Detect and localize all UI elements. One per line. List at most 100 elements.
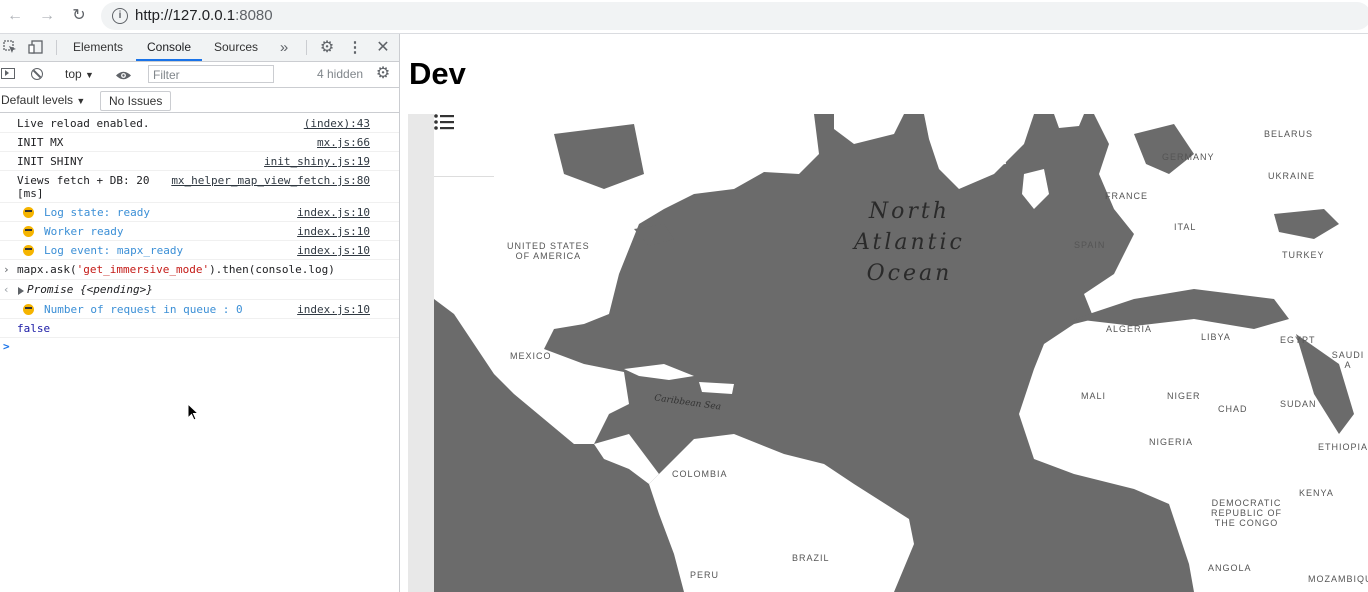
console-result-row: ‹ Promise {<pending>}: [0, 279, 399, 300]
country-label-colombia: COLOMBIA: [672, 469, 728, 479]
country-label-drc: DEMOCRATIC REPUBLIC OF THE CONGO: [1211, 498, 1283, 528]
devtools-tabbar: Elements Console Sources » ⚙ ⋮ ✕: [0, 34, 399, 62]
more-tabs-icon[interactable]: »: [276, 34, 292, 61]
console-settings-gear-icon[interactable]: ⚙: [374, 60, 392, 87]
close-icon[interactable]: ✕: [374, 34, 392, 61]
tab-divider-2: [306, 40, 307, 55]
console-source-link[interactable]: mx.js:66: [317, 136, 370, 149]
country-label-peru: PERU: [690, 570, 720, 580]
clear-console-icon[interactable]: [31, 68, 43, 80]
console-message: Worker ready: [44, 225, 124, 238]
map-menu-button[interactable]: [434, 114, 494, 177]
country-label-kenya: KENYA: [1299, 488, 1334, 498]
country-label-turkey: TURKEY: [1282, 250, 1325, 260]
device-toolbar-icon[interactable]: [27, 34, 45, 63]
url-text: http://127.0.0.1:8080: [135, 7, 273, 24]
page-title: Dev: [409, 56, 466, 91]
console-row: Log state: ready index.js:10: [0, 202, 399, 222]
console-message: Log event: mapx_ready: [44, 244, 184, 257]
ocean-label-text: North Atlantic Ocean: [854, 199, 965, 286]
country-label-libya: LIBYA: [1201, 332, 1231, 342]
sunglasses-emoji-icon: [23, 226, 34, 237]
sunglasses-emoji-icon: [23, 207, 34, 218]
console-source-link[interactable]: init_shiny.js:19: [264, 155, 370, 168]
country-label-germany: GERMANY: [1162, 152, 1215, 162]
console-source-link[interactable]: index.js:10: [297, 225, 370, 238]
log-levels-select[interactable]: Default levels ▼: [1, 93, 85, 107]
dropdown-arrow-icon: ▼: [76, 96, 86, 106]
console-row: INIT SHINY init_shiny.js:19: [0, 151, 399, 171]
tab-sources[interactable]: Sources: [214, 34, 258, 61]
country-label-egypt: EGYPT: [1280, 335, 1316, 345]
back-icon[interactable]: ←: [5, 6, 25, 26]
list-menu-icon: [434, 114, 454, 130]
hidden-count: 4 hidden: [317, 67, 364, 81]
console-row: false: [0, 318, 399, 338]
console-source-link[interactable]: (index):43: [304, 117, 370, 130]
console-row: Worker ready index.js:10: [0, 221, 399, 241]
kebab-menu-icon[interactable]: ⋮: [347, 34, 363, 61]
country-label-ethiopia: ETHIOPIA: [1318, 442, 1368, 452]
country-label-usa: UNITED STATES OF AMERICA: [507, 241, 590, 261]
console-message: Live reload enabled.: [17, 117, 150, 130]
context-value: top: [65, 67, 82, 81]
forward-icon[interactable]: →: [37, 6, 57, 26]
devtools-panel: Elements Console Sources » ⚙ ⋮ ✕ top ▼ F…: [0, 34, 400, 592]
console-message: Views fetch + DB: 20 [ms]: [17, 174, 150, 200]
live-expression-eye-icon[interactable]: [115, 68, 132, 80]
page-content: Dev North Atlantic Ocean Caribbean Sea U…: [400, 34, 1368, 592]
country-label-brazil: BRAZIL: [792, 553, 830, 563]
inspect-element-icon[interactable]: [2, 34, 18, 63]
console-source-link[interactable]: index.js:10: [297, 206, 370, 219]
country-label-spain: SPAIN: [1074, 240, 1106, 250]
country-label-ukraine: UKRAINE: [1268, 171, 1316, 181]
console-message: INIT SHINY: [17, 155, 84, 168]
result-chevron-icon: ‹: [3, 283, 10, 296]
country-label-nigeria: NIGERIA: [1149, 437, 1194, 447]
console-output: Live reload enabled. (index):43 INIT MX …: [0, 113, 399, 592]
sunglasses-emoji-icon: [23, 245, 34, 256]
sunglasses-emoji-icon: [23, 304, 34, 315]
info-icon[interactable]: i: [112, 8, 128, 24]
console-row: Log event: mapx_ready index.js:10: [0, 240, 399, 260]
country-label-niger: NIGER: [1167, 391, 1201, 401]
ocean-label: North Atlantic Ocean: [854, 196, 965, 289]
console-row: INIT MX mx.js:66: [0, 132, 399, 152]
country-label-mali: MALI: [1081, 391, 1107, 401]
country-label-mexico: MEXICO: [510, 351, 552, 361]
reload-icon[interactable]: ↻: [69, 6, 89, 26]
sidebar-toggle-icon[interactable]: [1, 68, 15, 79]
console-source-link[interactable]: index.js:10: [297, 303, 370, 316]
url-port: :8080: [235, 7, 273, 24]
issues-button[interactable]: No Issues: [100, 91, 172, 111]
settings-gear-icon[interactable]: ⚙: [318, 34, 336, 61]
console-row: Views fetch + DB: 20 [ms] mx_helper_map_…: [0, 170, 399, 203]
console-toolbar-levels: Default levels ▼ No Issues: [0, 88, 399, 113]
tab-elements[interactable]: Elements: [73, 34, 123, 61]
console-prompt[interactable]: >: [3, 340, 10, 353]
country-label-angola: ANGOLA: [1208, 563, 1252, 573]
console-message: INIT MX: [17, 136, 64, 149]
mouse-cursor-icon: [187, 403, 199, 421]
filter-input[interactable]: Filter: [148, 65, 274, 83]
console-row: Number of request in queue : 0 index.js:…: [0, 299, 399, 319]
country-label-saudi: SAUDI A: [1331, 350, 1365, 370]
country-label-mozambique: MOZAMBIQUE: [1308, 574, 1368, 584]
console-source-link[interactable]: mx_helper_map_view_fetch.js:80: [171, 174, 370, 187]
country-label-italy: ITAL: [1174, 222, 1197, 232]
console-message: Log state: ready: [44, 206, 150, 219]
console-row: Live reload enabled. (index):43: [0, 113, 399, 133]
world-map[interactable]: North Atlantic Ocean Caribbean Sea UNITE…: [434, 114, 1368, 592]
console-source-link[interactable]: index.js:10: [297, 244, 370, 257]
country-label-algeria: ALGERIA: [1106, 324, 1153, 334]
country-label-sudan: SUDAN: [1280, 399, 1317, 409]
context-select[interactable]: top ▼: [65, 67, 94, 81]
country-label-belarus: BELARUS: [1264, 129, 1314, 139]
console-command: mapx.ask('get_immersive_mode').then(cons…: [17, 263, 335, 276]
tab-console[interactable]: Console: [136, 34, 202, 61]
browser-toolbar: ← → ↻ i http://127.0.0.1:8080: [0, 0, 1368, 34]
expand-triangle-icon[interactable]: [18, 287, 24, 295]
input-chevron-icon: ›: [3, 263, 10, 276]
address-bar[interactable]: i http://127.0.0.1:8080: [101, 2, 1368, 30]
promise-value[interactable]: Promise {<pending>}: [27, 283, 153, 296]
